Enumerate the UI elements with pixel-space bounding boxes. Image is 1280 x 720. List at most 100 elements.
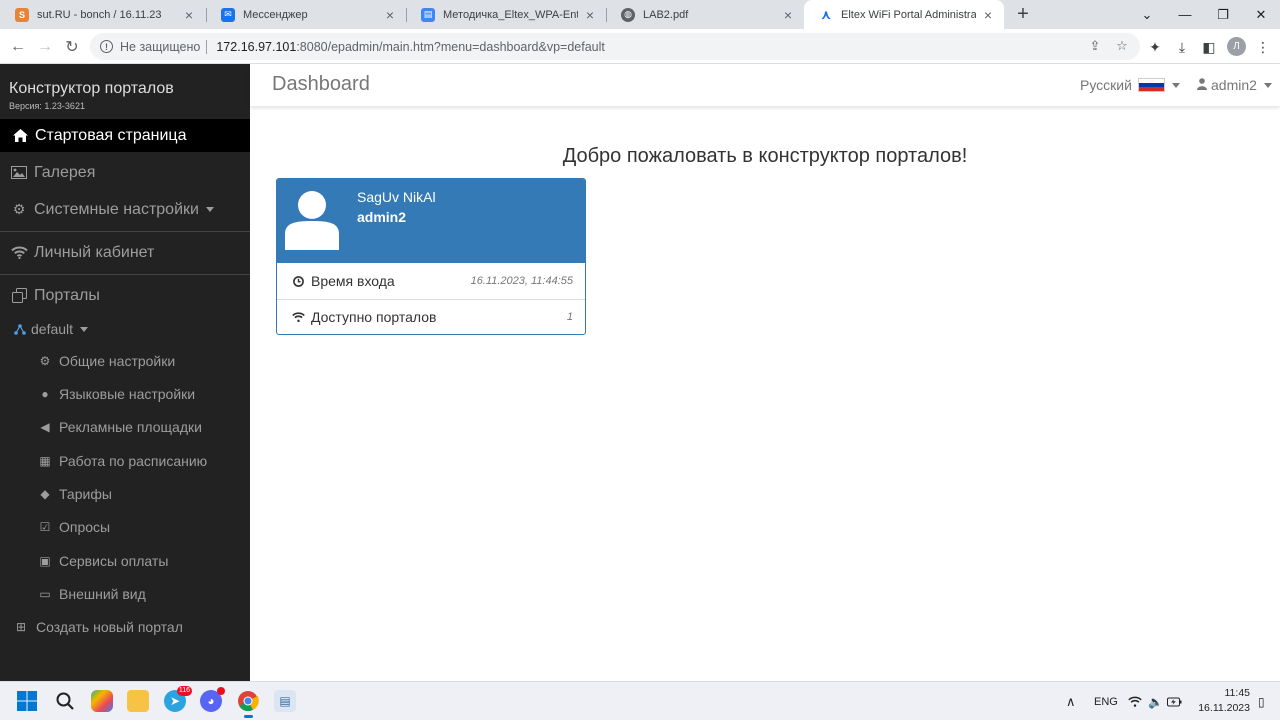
browser-tab[interactable]: ◍ LAB2.pdf × (606, 0, 804, 29)
desktop-icon: ▭ (39, 587, 51, 601)
download-icon[interactable]: ⤓ (1173, 38, 1191, 56)
minimize-icon[interactable]: — (1166, 0, 1204, 29)
close-icon[interactable]: × (582, 7, 598, 23)
sidepanel-icon[interactable]: ◧ (1200, 38, 1218, 56)
sub-item-label: Языковые настройки (59, 386, 196, 402)
user-label: admin2 (1211, 77, 1257, 93)
browser-tab[interactable]: S sut.RU - bonch / 16.11.23 × (0, 0, 205, 29)
brand-title[interactable]: Конструктор порталов (9, 80, 174, 98)
welcome-heading: Добро пожаловать в конструктор порталов! (562, 145, 968, 167)
share-icon[interactable]: ⇪ (1087, 38, 1103, 54)
check-square-icon: ☑ (39, 520, 51, 534)
eltex-icon: ⋏ (820, 6, 832, 22)
browser-tab-active[interactable]: ⋏ Eltex WiFi Portal Administrator c × (804, 0, 1004, 29)
file-explorer-icon[interactable] (127, 690, 149, 712)
notification-dot (217, 687, 225, 695)
portal-item-appearance[interactable]: ▭ Внешний вид (38, 586, 145, 602)
chevron-down-icon (1171, 82, 1180, 88)
profile-avatar[interactable]: Л (1227, 37, 1246, 56)
login-time-row: Время входа 16.11.2023, 11:44:55 (277, 263, 585, 299)
row-value: 1 (566, 311, 573, 323)
system-clock[interactable]: 11:45 16.11.2023 (1190, 686, 1250, 716)
sidebar-item-label: Порталы (34, 286, 100, 304)
sidebar-item-cabinet[interactable]: Личный кабинет (0, 236, 250, 269)
clock-time: 11:45 (1224, 687, 1251, 699)
extensions-icon[interactable]: ✦ (1146, 38, 1164, 56)
tab-title: Методичка_Eltex_WPA-Enterprise (443, 8, 578, 21)
portal-item-language-settings[interactable]: ● Языковые настройки (38, 386, 195, 402)
chrome-icon[interactable] (237, 690, 259, 718)
language-dropdown[interactable]: Русский (1080, 77, 1180, 93)
page-title: Dashboard (272, 73, 370, 95)
network-app-icon[interactable]: ▤ (274, 690, 296, 712)
close-icon[interactable]: × (780, 7, 796, 23)
close-icon[interactable]: × (181, 7, 197, 23)
browser-tab[interactable]: ▤ Методичка_Eltex_WPA-Enterprise × (406, 0, 606, 29)
warning-icon[interactable]: ! (100, 40, 113, 53)
portal-item-tariffs[interactable]: ◆ Тарифы (38, 486, 112, 502)
clock-date: 16.11.2023 (1198, 702, 1250, 714)
volume-icon[interactable]: 🔈 (1148, 682, 1163, 720)
forward-icon[interactable]: → (34, 36, 56, 58)
star-icon[interactable]: ☆ (1114, 38, 1130, 54)
sidebar-item-label: Стартовая страница (35, 126, 187, 144)
url-host: 172.16.97.101 (216, 39, 297, 54)
plus-square-icon: ⊞ (15, 620, 27, 634)
browser-tab-strip: S sut.RU - bonch / 16.11.23 × ✉ Мессендж… (0, 0, 1280, 29)
address-bar[interactable]: ! Не защищено 172.16.97.101 :8080/epadmi… (90, 33, 1140, 60)
globe-icon: ● (41, 387, 49, 401)
money-icon: ▣ (39, 554, 51, 568)
user-icon (1197, 77, 1207, 93)
portal-item-schedule[interactable]: ▦ Работа по расписанию (38, 453, 207, 469)
sidebar-item-gallery[interactable]: Галерея (0, 156, 250, 189)
new-tab-icon[interactable]: + (1012, 3, 1034, 25)
notification-icon[interactable]: ▯ (1258, 682, 1265, 720)
top-navbar: Dashboard Русский admin2 (250, 64, 1280, 106)
close-icon[interactable]: × (382, 7, 398, 23)
input-language[interactable]: ENG (1094, 682, 1118, 720)
portal-item-surveys[interactable]: ☑ Опросы (38, 519, 111, 535)
menu-icon[interactable]: ⋮ (1254, 38, 1272, 56)
portal-item-ad-areas[interactable]: ◀ Рекламные площадки (38, 419, 202, 435)
close-icon[interactable]: × (980, 7, 996, 23)
battery-icon[interactable] (1167, 682, 1182, 720)
telegram-icon[interactable]: ➤ 116 (164, 686, 192, 712)
card-user-name: SagUv NikAl (357, 189, 436, 205)
security-label: Не защищено (120, 39, 201, 54)
windows-start-icon[interactable] (16, 690, 38, 712)
url-path: :8080/epadmin/main.htm?menu=dashboard&vp… (296, 39, 605, 54)
version-label: Версия: 1.23-3621 (9, 101, 85, 111)
tray-chevron-icon[interactable]: ∧ (1066, 682, 1076, 720)
sidebar-item-home[interactable]: Стартовая страница (0, 119, 250, 152)
portal-item-payment-services[interactable]: ▣ Сервисы оплаты (38, 553, 168, 569)
back-icon[interactable]: ← (7, 36, 29, 58)
wifi-icon (291, 312, 305, 322)
discord-icon[interactable]: ◕ (200, 687, 225, 712)
window-close-icon[interactable]: ✕ (1242, 0, 1280, 29)
browser-tab[interactable]: ✉ Мессенджер × (206, 0, 406, 29)
card-header: SagUv NikAl admin2 (277, 179, 585, 263)
copilot-icon[interactable] (91, 690, 113, 712)
create-portal-link[interactable]: ⊞ Создать новый портал (14, 619, 183, 635)
sidebar-item-portals[interactable]: Порталы (0, 279, 250, 312)
sidebar: Конструктор порталов Версия: 1.23-3621 С… (0, 64, 250, 681)
reload-icon[interactable]: ↻ (61, 36, 83, 58)
sub-item-label: Тарифы (59, 486, 112, 502)
user-dropdown[interactable]: admin2 (1197, 77, 1272, 93)
portal-default[interactable]: default (0, 317, 250, 341)
maximize-icon[interactable]: ❐ (1204, 0, 1242, 29)
tab-title: Eltex WiFi Portal Administrator c (841, 8, 976, 21)
tab-search-icon[interactable]: ⌄ (1128, 0, 1166, 29)
sub-item-label: Общие настройки (59, 353, 176, 369)
search-icon[interactable] (54, 690, 76, 712)
sidebar-item-label: Системные настройки (34, 200, 199, 218)
messenger-icon: ✉ (221, 7, 235, 22)
sidebar-item-system-settings[interactable]: ⚙ Системные настройки (0, 193, 250, 226)
taskbar: ➤ 116 ◕ ▤ ∧ ENG 🔈 11:45 16.11.2023 ▯ (0, 681, 1280, 720)
wifi-tray-icon[interactable] (1128, 682, 1142, 720)
sub-item-label: Сервисы оплаты (59, 553, 169, 569)
image-icon (10, 166, 28, 179)
create-portal-label: Создать новый портал (36, 619, 183, 635)
portal-item-general-settings[interactable]: ⚙ Общие настройки (38, 353, 176, 369)
clock-icon (291, 275, 305, 287)
